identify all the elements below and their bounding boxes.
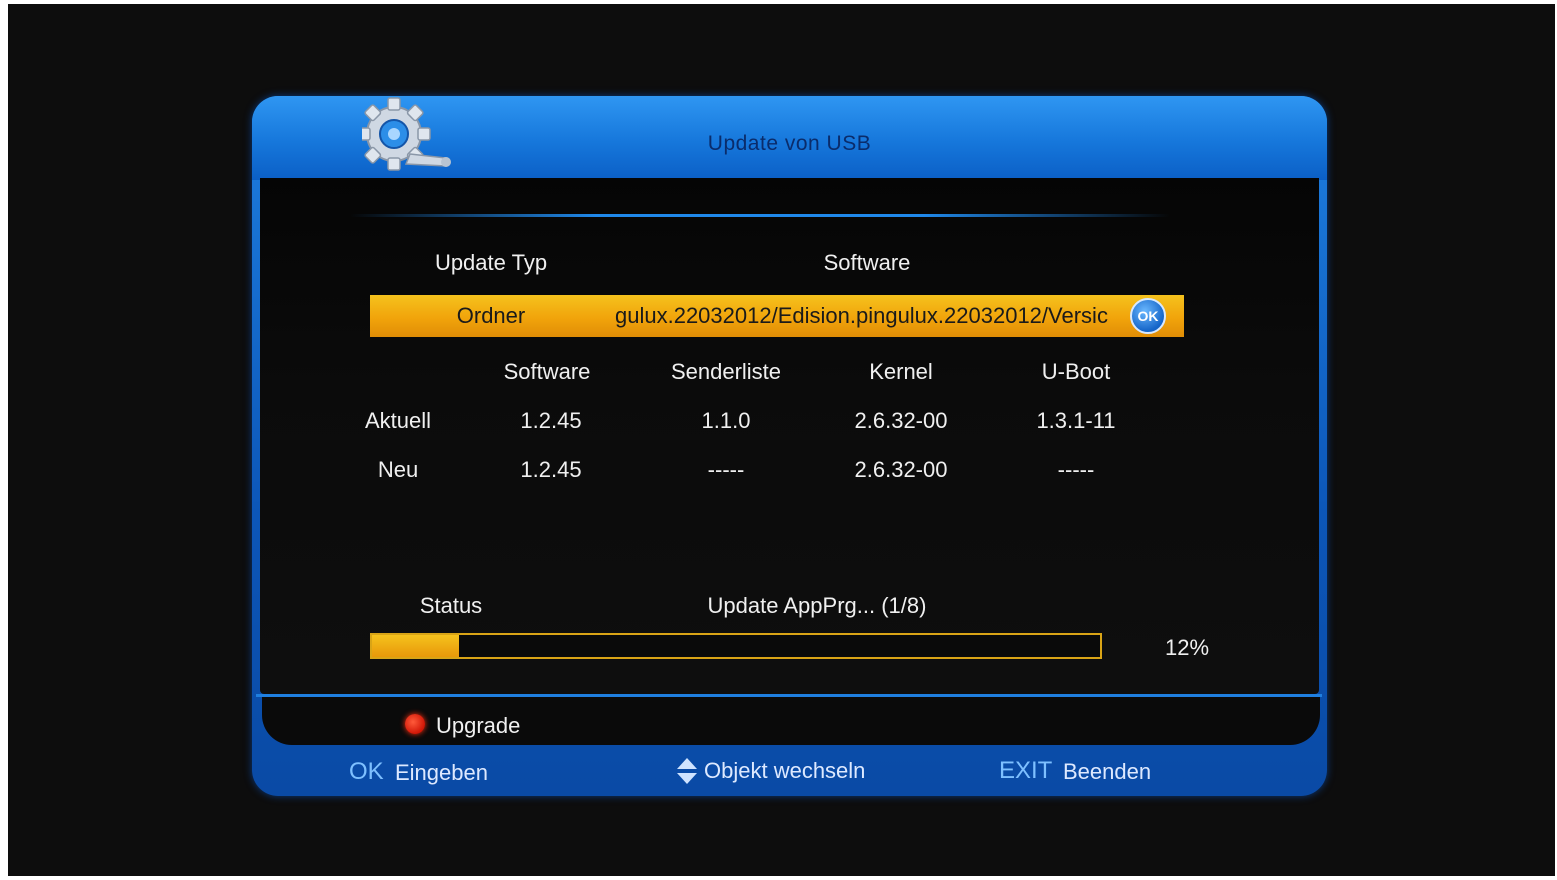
table-cell: 1.3.1-11: [1036, 408, 1116, 433]
red-button-icon: [405, 714, 425, 734]
col-header-kernel: Kernel: [869, 359, 933, 384]
status-text: Update AppPrg... (1/8): [707, 593, 927, 618]
upgrade-button[interactable]: Upgrade: [436, 713, 520, 739]
update-type-label: Update Typ: [434, 250, 548, 275]
progress-fill: [372, 635, 460, 657]
table-cell: -----: [1057, 457, 1095, 482]
nav-hint-label: Objekt wechseln: [704, 758, 866, 783]
table-cell: 1.2.45: [520, 408, 582, 433]
status-label: Status: [419, 593, 483, 618]
table-cell: 2.6.32-00: [854, 457, 948, 482]
folder-row-label: Ordner: [456, 303, 526, 328]
col-header-software: Software: [503, 359, 591, 384]
exit-hint-label: Beenden: [1063, 759, 1152, 784]
dialog-title: Update von USB: [707, 132, 872, 155]
update-dialog: Update von USB: [252, 96, 1327, 796]
updown-arrows-icon: [677, 758, 697, 784]
col-header-uboot: U-Boot: [1041, 359, 1111, 384]
dialog-header: Update von USB: [252, 96, 1327, 180]
folder-select-row[interactable]: Ordner gulux.22032012/Edision.pingulux.2…: [370, 295, 1184, 337]
folder-path-value: gulux.22032012/Edision.pingulux.22032012…: [615, 303, 1108, 328]
col-header-senderliste: Senderliste: [670, 359, 782, 384]
table-cell: -----: [707, 457, 745, 482]
progress-percent: 12%: [1165, 635, 1210, 660]
exit-key-hint: EXIT: [999, 757, 1053, 784]
ok-icon[interactable]: OK: [1130, 298, 1166, 334]
table-cell: 1.2.45: [520, 457, 582, 482]
progress-bar: [370, 633, 1102, 659]
row-label-aktuell: Aktuell: [364, 408, 432, 433]
update-source-label: Software: [823, 250, 911, 275]
ok-hint-label: Eingeben: [395, 760, 488, 785]
divider-glow: [350, 214, 1170, 217]
table-cell: 2.6.32-00: [854, 408, 948, 433]
ok-key-hint: OK: [349, 758, 384, 785]
table-cell: 1.1.0: [701, 408, 751, 433]
row-label-neu: Neu: [377, 457, 419, 482]
